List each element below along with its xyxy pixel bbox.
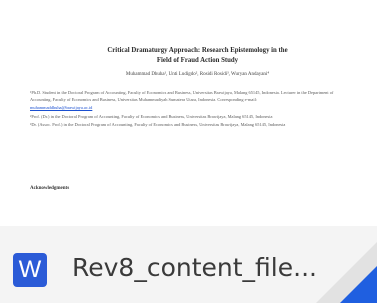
file-name-label[interactable]: Rev8_content_file... <box>72 248 322 288</box>
affiliation-note: ¹Ph.D. Student in the Doctoral Program o… <box>30 90 334 102</box>
affiliation-email: muhammaddhuha@brawijaya.ac.id <box>30 105 93 111</box>
document-title-line-2: Field of Fraud Action Study <box>156 57 239 64</box>
document-page: Critical Dramaturgy Approach: Research E… <box>30 0 365 226</box>
word-icon: W <box>13 253 47 287</box>
file-attachment-card[interactable]: Critical Dramaturgy Approach: Research E… <box>0 0 377 303</box>
document-preview-thumbnail[interactable]: Critical Dramaturgy Approach: Research E… <box>0 0 377 227</box>
document-affiliation-notes: ¹Ph.D. Student in the Doctoral Program o… <box>30 90 340 131</box>
acknowledgments-heading: Acknowledgments <box>30 186 70 191</box>
affiliation-note: ³Dr. (Assoc. Prof.) in the Doctoral Prog… <box>30 122 286 128</box>
document-title-line-1: Critical Dramaturgy Approach: Research E… <box>107 47 288 54</box>
document-authors: Muhammad Dhuha¹, Unti Ludigdo², Rosidi R… <box>125 72 270 77</box>
document-title: Critical Dramaturgy Approach: Research E… <box>30 46 365 66</box>
affiliation-note: ²Prof. (Dr.) in the Doctoral Program of … <box>30 113 273 119</box>
